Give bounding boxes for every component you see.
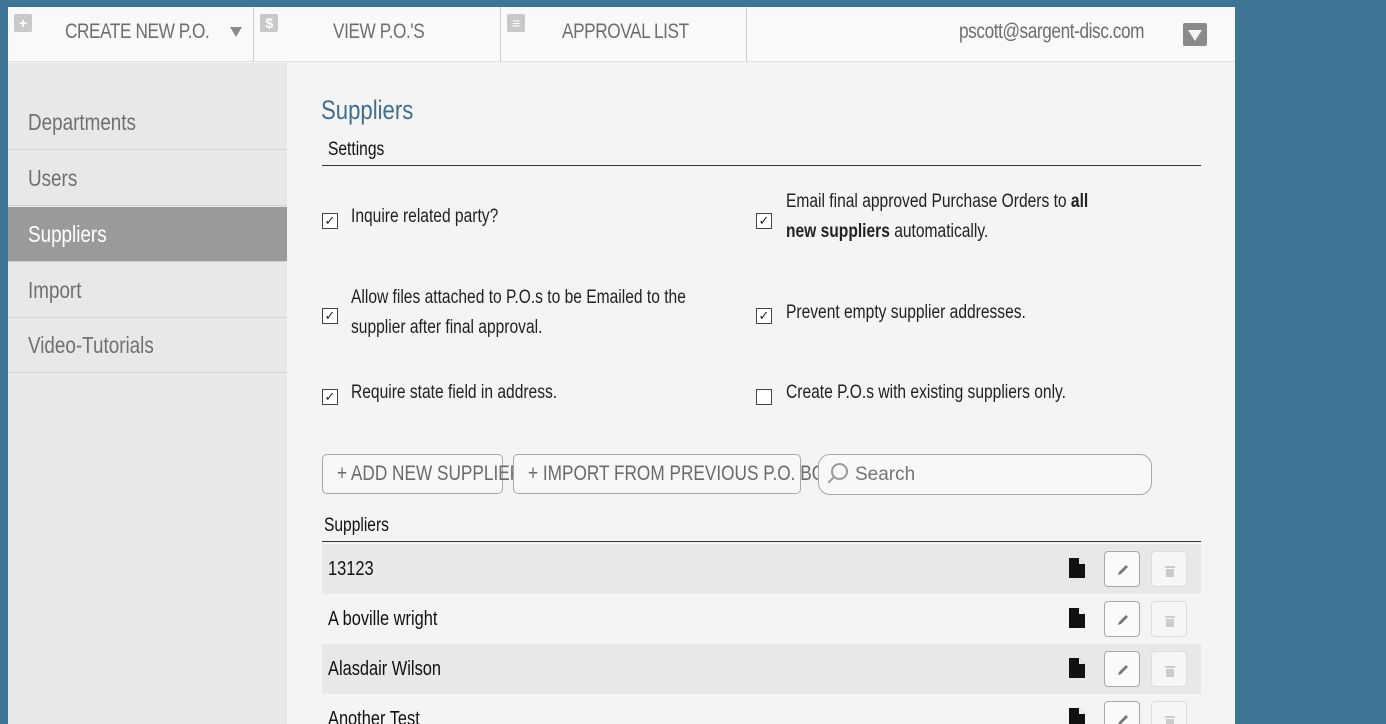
delete-button[interactable]: [1151, 551, 1187, 587]
top-nav: + CREATE NEW P.O. $ VIEW P.O.'S ≡ APPROV…: [8, 7, 1235, 62]
sidebar-item-departments[interactable]: Departments: [8, 95, 287, 150]
user-menu[interactable]: pscott@sargent-disc.com: [747, 7, 1235, 62]
edit-button[interactable]: [1104, 551, 1140, 587]
table-row: Another Test: [322, 694, 1201, 724]
plus-icon: +: [14, 14, 32, 32]
import-previous-books-label: IMPORT FROM PREVIOUS P.O. BOOKS: [542, 462, 862, 485]
nav-view-pos[interactable]: $ VIEW P.O.'S: [254, 7, 501, 62]
dollar-icon: $: [260, 14, 278, 32]
list-icon: ≡: [507, 14, 525, 32]
sidebar-item-label: Import: [28, 277, 82, 303]
sidebar-item-video-tutorials[interactable]: Video-Tutorials: [8, 318, 287, 373]
supplier-name: A boville wright: [328, 608, 438, 630]
plus-icon: +: [528, 462, 543, 485]
trash-icon: [1165, 716, 1175, 724]
option-inquire-related-party: Inquire related party?: [351, 206, 499, 227]
suppliers-list-heading-text: Suppliers: [324, 515, 389, 536]
trash-icon: [1165, 616, 1175, 627]
option-require-state-field: Require state field in address.: [351, 382, 558, 403]
table-row: A boville wright: [322, 594, 1201, 644]
delete-button[interactable]: [1151, 601, 1187, 637]
table-row: 13123: [322, 544, 1201, 594]
add-new-supplier-label: ADD NEW SUPPLIER: [350, 462, 523, 485]
add-new-supplier-button[interactable]: + ADD NEW SUPPLIER: [322, 454, 522, 494]
sidebar-item-label: Departments: [28, 109, 136, 135]
pencil-icon: [1118, 565, 1128, 575]
app-window: + CREATE NEW P.O. $ VIEW P.O.'S ≡ APPROV…: [8, 7, 1235, 724]
chevron-down-icon[interactable]: [230, 27, 242, 37]
caret-down-icon: [1188, 30, 1202, 41]
pencil-icon: [1118, 615, 1128, 625]
edit-button[interactable]: [1104, 651, 1140, 687]
checkbox-existing-suppliers-only[interactable]: [756, 389, 772, 405]
document-icon[interactable]: [1069, 558, 1085, 578]
document-icon[interactable]: [1069, 708, 1085, 724]
delete-button[interactable]: [1151, 651, 1187, 687]
pencil-icon: [1118, 715, 1128, 724]
document-icon[interactable]: [1069, 608, 1085, 628]
checkbox-require-state-field[interactable]: ✓: [322, 389, 338, 405]
supplier-name: 13123: [328, 558, 374, 580]
delete-button[interactable]: [1151, 701, 1187, 724]
user-dropdown-button[interactable]: [1183, 23, 1207, 46]
trash-icon: [1165, 666, 1175, 677]
sidebar-item-label: Suppliers: [28, 221, 107, 247]
nav-create-po[interactable]: + CREATE NEW P.O.: [8, 7, 254, 62]
sidebar-item-users[interactable]: Users: [8, 151, 287, 206]
user-email: pscott@sargent-disc.com: [959, 20, 1145, 43]
checkbox-prevent-empty-addresses[interactable]: ✓: [756, 308, 772, 324]
option-email-final-approved: Email final approved Purchase Orders to …: [786, 187, 1122, 247]
search-box[interactable]: [818, 454, 1152, 495]
checkbox-inquire-related-party[interactable]: ✓: [322, 213, 338, 229]
option-existing-suppliers-only: Create P.O.s with existing suppliers onl…: [786, 382, 1066, 403]
search-icon: [831, 463, 848, 480]
pencil-icon: [1118, 665, 1128, 675]
edit-button[interactable]: [1104, 601, 1140, 637]
plus-icon: +: [337, 462, 351, 485]
search-input[interactable]: [855, 460, 1135, 490]
supplier-name: Alasdair Wilson: [328, 658, 442, 680]
sidebar-item-label: Video-Tutorials: [28, 332, 154, 358]
nav-create-label: CREATE NEW P.O.: [65, 20, 210, 43]
option-text: automatically.: [889, 221, 989, 242]
nav-approval-list[interactable]: ≡ APPROVAL LIST: [501, 7, 747, 62]
option-text: Email final approved Purchase Orders to: [786, 191, 1071, 212]
sidebar: Departments Users Suppliers Import Video…: [8, 63, 287, 724]
sidebar-item-import[interactable]: Import: [8, 263, 287, 318]
nav-view-label: VIEW P.O.'S: [333, 20, 425, 43]
sidebar-item-suppliers[interactable]: Suppliers: [8, 207, 287, 262]
supplier-name: Another Test: [328, 708, 420, 724]
settings-heading: Settings: [322, 139, 1201, 166]
sidebar-item-label: Users: [28, 165, 78, 191]
edit-button[interactable]: [1104, 701, 1140, 724]
settings-heading-text: Settings: [328, 139, 385, 160]
checkbox-email-final-approved[interactable]: ✓: [756, 213, 772, 229]
import-previous-books-button[interactable]: + IMPORT FROM PREVIOUS P.O. BOOKS: [513, 454, 861, 494]
page-title: Suppliers: [321, 95, 414, 125]
option-allow-files-emailed: Allow files attached to P.O.s to be Emai…: [351, 287, 686, 338]
nav-approval-label: APPROVAL LIST: [562, 20, 689, 43]
table-row: Alasdair Wilson: [322, 644, 1201, 694]
checkbox-allow-files-emailed[interactable]: ✓: [322, 308, 338, 324]
document-icon[interactable]: [1069, 658, 1085, 678]
trash-icon: [1165, 566, 1175, 577]
option-prevent-empty-addresses: Prevent empty supplier addresses.: [786, 302, 1026, 323]
suppliers-list-heading: Suppliers: [322, 515, 1201, 542]
